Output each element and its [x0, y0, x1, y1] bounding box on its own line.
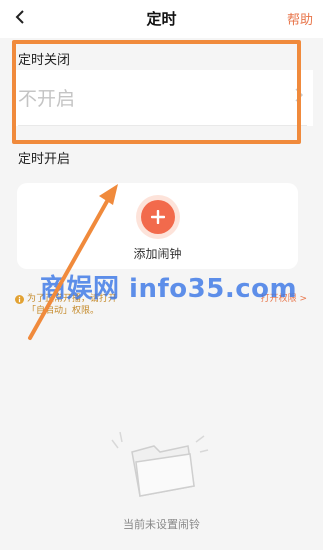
timer-off-row[interactable]: 不开启: [12, 70, 313, 126]
add-alarm-card[interactable]: 添加闹钟: [17, 183, 298, 269]
chevron-right-icon: [295, 88, 303, 102]
help-link[interactable]: 帮助: [287, 9, 313, 28]
empty-folder-icon: [111, 431, 209, 497]
add-alarm-button[interactable]: [141, 200, 175, 234]
notice-text-line2: 「自启动」权限。: [27, 306, 100, 316]
timer-on-label: 定时开启: [18, 152, 71, 167]
timer-off-value: 不开启: [18, 88, 76, 110]
open-permission-link[interactable]: 打开权限 >: [261, 293, 307, 305]
notice-text-line1: 为了正常开播，请打开: [27, 294, 118, 304]
top-bar: 定时 帮助: [0, 0, 323, 38]
chevron-left-icon: [15, 10, 24, 24]
back-button[interactable]: [10, 5, 30, 29]
divider: [18, 125, 307, 126]
empty-state-text: 当前未设置闹铃: [123, 518, 200, 531]
info-icon: [15, 295, 24, 304]
permission-notice: 为了正常开播，请打开 「自启动」权限。 打开权限 >: [15, 291, 315, 331]
page-title: 定时: [146, 10, 177, 28]
plus-icon: [151, 210, 165, 224]
timer-off-label: 定时关闭: [18, 53, 71, 68]
add-alarm-label: 添加闹钟: [133, 247, 182, 261]
